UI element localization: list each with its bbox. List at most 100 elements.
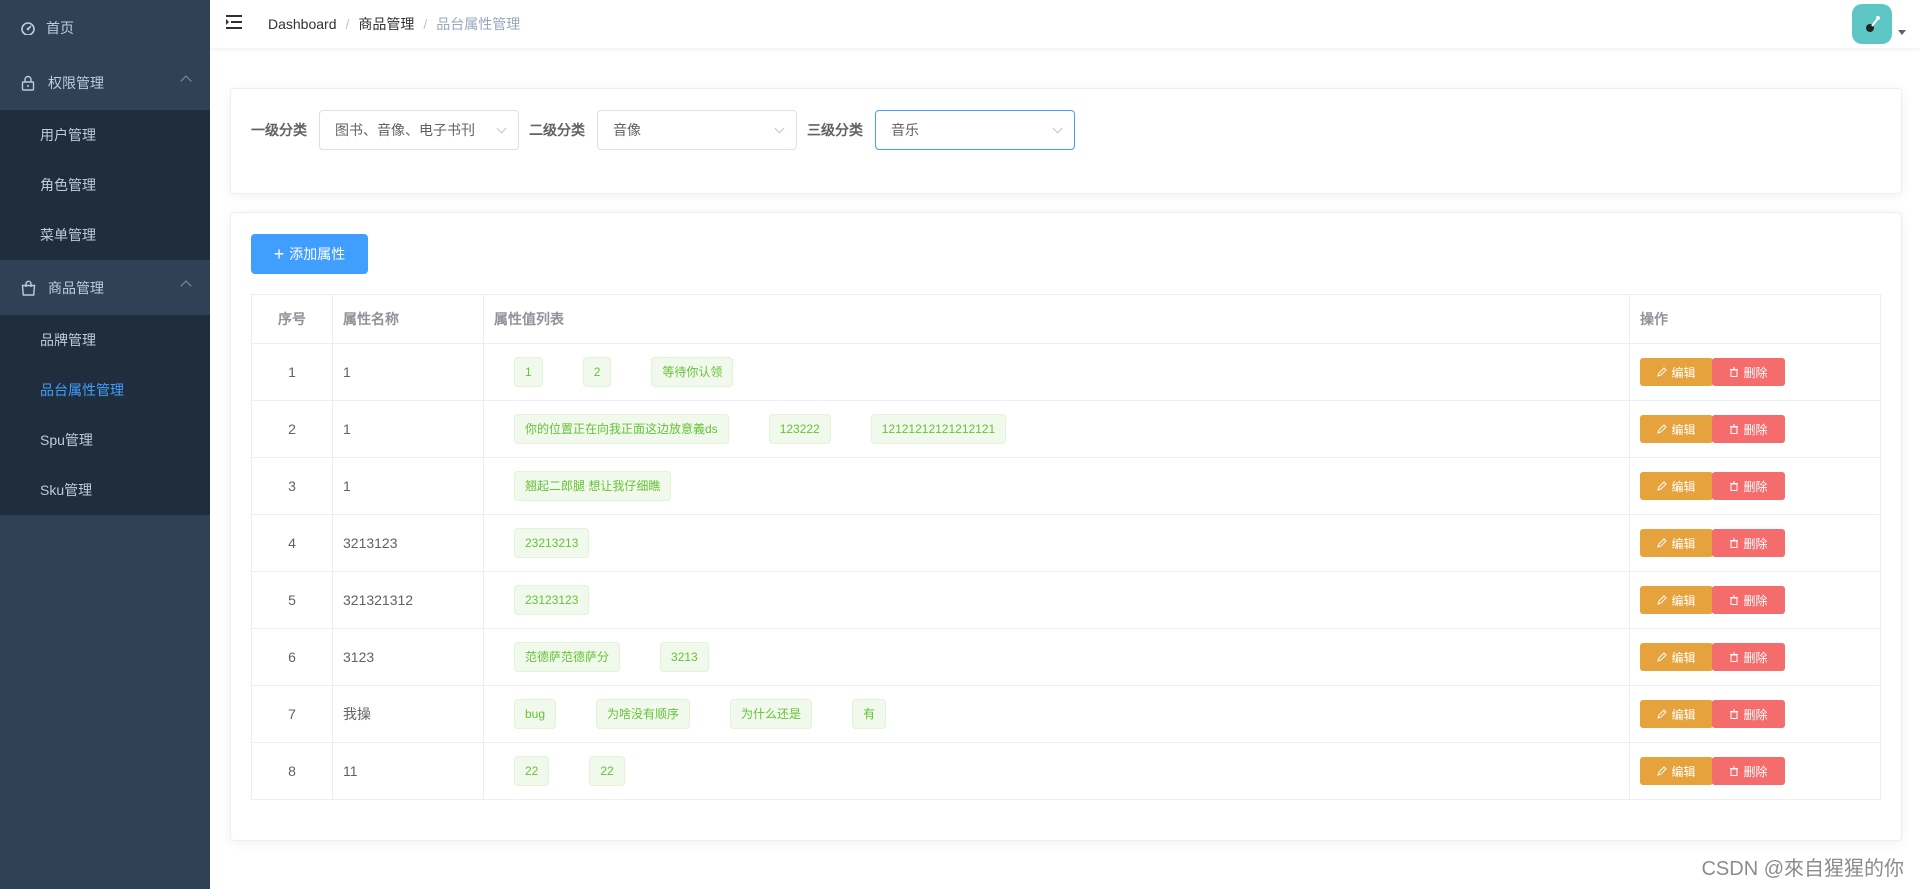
cell-attribute-name: 321321312 bbox=[332, 571, 484, 629]
attribute-value-tag: bug bbox=[514, 699, 557, 729]
edit-button[interactable]: 编辑 bbox=[1640, 643, 1713, 671]
category2-label: 二级分类 bbox=[529, 122, 585, 138]
sidebar-item-users[interactable]: 用户管理 bbox=[0, 110, 210, 160]
sidebar-item-spu[interactable]: Spu管理 bbox=[0, 415, 210, 465]
chevron-down-icon bbox=[1052, 123, 1063, 134]
cell-index: 1 bbox=[251, 343, 333, 401]
cell-actions: 编辑 删除 bbox=[1629, 400, 1881, 458]
delete-label: 删除 bbox=[1743, 764, 1768, 779]
table-row: 7 我操 bug 为啥没有顺序 为什么还是 有 编辑 删除 bbox=[251, 685, 1881, 743]
attribute-table: 序号 属性名称 属性值列表 操作 1 1 1 2 等待你认领 编辑 删除 2 1 你的位置正在向我… bbox=[251, 294, 1881, 800]
attribute-value-tag: 等待你认领 bbox=[651, 357, 734, 387]
cell-attribute-values: 23213213 bbox=[483, 514, 1630, 572]
submenu-products: 品牌管理 品台属性管理 Spu管理 Sku管理 bbox=[0, 315, 210, 515]
breadcrumb-separator: / bbox=[423, 16, 428, 32]
cell-attribute-values: 你的位置正在向我正面这边放意義ds 123222 12121212121212121 bbox=[483, 400, 1630, 458]
delete-button[interactable]: 删除 bbox=[1712, 700, 1785, 728]
category2-value: 音像 bbox=[613, 122, 641, 138]
attribute-value-tag: 为什么还是 bbox=[730, 699, 813, 729]
table-row: 8 11 22 22 编辑 删除 bbox=[251, 742, 1881, 800]
column-header-index: 序号 bbox=[251, 294, 333, 344]
edit-label: 编辑 bbox=[1671, 365, 1696, 380]
sidebar-item-label: 首页 bbox=[46, 19, 74, 36]
category3-select[interactable]: 音乐 bbox=[875, 110, 1075, 150]
edit-label: 编辑 bbox=[1671, 536, 1696, 551]
delete-button[interactable]: 删除 bbox=[1712, 586, 1785, 614]
column-header-actions: 操作 bbox=[1629, 294, 1881, 344]
sidebar-item-roles[interactable]: 角色管理 bbox=[0, 160, 210, 210]
cell-actions: 编辑 删除 bbox=[1629, 514, 1881, 572]
cell-attribute-name: 1 bbox=[332, 457, 484, 515]
sidebar-item-label: 品牌管理 bbox=[40, 332, 96, 348]
trash-icon bbox=[1729, 652, 1739, 662]
lock-icon bbox=[20, 75, 36, 91]
chevron-down-icon bbox=[496, 123, 507, 134]
delete-button[interactable]: 删除 bbox=[1712, 472, 1785, 500]
delete-label: 删除 bbox=[1743, 650, 1768, 665]
attribute-value-tag: 为啥没有顺序 bbox=[596, 699, 691, 729]
delete-label: 删除 bbox=[1743, 707, 1768, 722]
sidebar-group-label: 商品管理 bbox=[48, 279, 104, 296]
avatar[interactable] bbox=[1852, 4, 1892, 44]
edit-button[interactable]: 编辑 bbox=[1640, 700, 1713, 728]
attribute-table-card: + 添加属性 序号 属性名称 属性值列表 操作 1 1 1 2 等待你认领 编辑 删除 2 1 你… bbox=[230, 212, 1902, 841]
delete-button[interactable]: 删除 bbox=[1712, 358, 1785, 386]
cell-actions: 编辑 删除 bbox=[1629, 343, 1881, 401]
avatar-image-icon bbox=[1866, 16, 1880, 32]
breadcrumb-item-products[interactable]: 商品管理 bbox=[358, 14, 414, 34]
delete-button[interactable]: 删除 bbox=[1712, 757, 1785, 785]
caret-down-icon[interactable] bbox=[1898, 30, 1906, 35]
sidebar-group-products[interactable]: 商品管理 bbox=[0, 260, 210, 315]
edit-label: 编辑 bbox=[1671, 650, 1696, 665]
edit-button[interactable]: 编辑 bbox=[1640, 586, 1713, 614]
breadcrumb-item-current: 品台属性管理 bbox=[436, 16, 521, 32]
breadcrumb-item-dashboard[interactable]: Dashboard bbox=[268, 16, 337, 32]
cell-index: 8 bbox=[251, 742, 333, 800]
delete-button[interactable]: 删除 bbox=[1712, 529, 1785, 557]
edit-button[interactable]: 编辑 bbox=[1640, 415, 1713, 443]
attribute-value-tag: 有 bbox=[852, 699, 887, 729]
edit-button[interactable]: 编辑 bbox=[1640, 529, 1713, 557]
add-attribute-button[interactable]: + 添加属性 bbox=[251, 234, 368, 274]
chevron-up-icon bbox=[180, 75, 192, 87]
hamburger-icon[interactable] bbox=[226, 14, 244, 30]
category1-select[interactable]: 图书、音像、电子书刊 bbox=[319, 110, 519, 150]
delete-label: 删除 bbox=[1743, 365, 1768, 380]
cell-attribute-values: 范德萨范德萨分 3213 bbox=[483, 628, 1630, 686]
sidebar-item-label: Spu管理 bbox=[40, 432, 93, 448]
cell-index: 3 bbox=[251, 457, 333, 515]
edit-button[interactable]: 编辑 bbox=[1640, 472, 1713, 500]
delete-button[interactable]: 删除 bbox=[1712, 415, 1785, 443]
edit-button[interactable]: 编辑 bbox=[1640, 358, 1713, 386]
delete-button[interactable]: 删除 bbox=[1712, 643, 1785, 671]
sidebar-item-attributes[interactable]: 品台属性管理 bbox=[0, 365, 210, 415]
sidebar-item-home[interactable]: 首页 bbox=[0, 0, 210, 55]
shopping-bag-icon bbox=[20, 280, 36, 296]
category3-label: 三级分类 bbox=[807, 122, 863, 138]
table-row: 4 3213123 23213213 编辑 删除 bbox=[251, 514, 1881, 572]
sidebar-group-label: 权限管理 bbox=[48, 74, 104, 91]
watermark: CSDN @來自猩猩的你 bbox=[1701, 858, 1904, 880]
sidebar-item-sku[interactable]: Sku管理 bbox=[0, 465, 210, 515]
edit-label: 编辑 bbox=[1671, 764, 1696, 779]
edit-icon bbox=[1657, 481, 1668, 491]
sidebar-item-label: 角色管理 bbox=[40, 177, 96, 193]
sidebar-item-menus[interactable]: 菜单管理 bbox=[0, 210, 210, 260]
attribute-value-tag: 翘起二郎腿 想让我仔细瞧 bbox=[514, 471, 672, 501]
breadcrumb: Dashboard / 商品管理 / 品台属性管理 bbox=[268, 14, 520, 34]
cell-index: 2 bbox=[251, 400, 333, 458]
attribute-value-tag: 你的位置正在向我正面这边放意義ds bbox=[514, 414, 729, 444]
sidebar-group-permission[interactable]: 权限管理 bbox=[0, 55, 210, 110]
delete-label: 删除 bbox=[1743, 479, 1768, 494]
category2-select[interactable]: 音像 bbox=[597, 110, 797, 150]
chevron-up-icon bbox=[180, 280, 192, 292]
sidebar-item-brands[interactable]: 品牌管理 bbox=[0, 315, 210, 365]
edit-icon bbox=[1657, 709, 1668, 719]
trash-icon bbox=[1729, 595, 1739, 605]
attribute-value-tag: 22 bbox=[514, 756, 550, 786]
delete-label: 删除 bbox=[1743, 422, 1768, 437]
edit-button[interactable]: 编辑 bbox=[1640, 757, 1713, 785]
table-row: 3 1 翘起二郎腿 想让我仔细瞧 编辑 删除 bbox=[251, 457, 1881, 515]
sidebar-item-label: 菜单管理 bbox=[40, 227, 96, 243]
cell-attribute-name: 3123 bbox=[332, 628, 484, 686]
